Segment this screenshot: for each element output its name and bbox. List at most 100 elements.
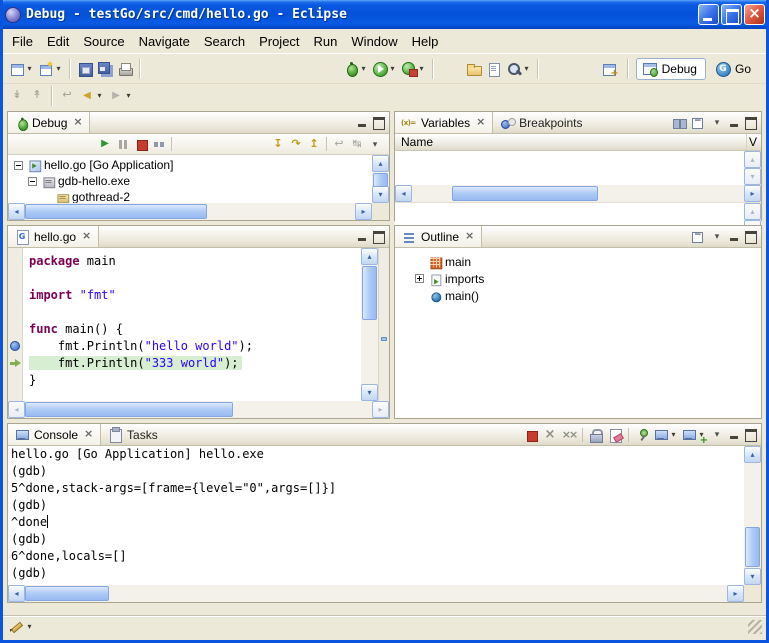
tab-breakpoints[interactable]: Breakpoints <box>493 112 588 133</box>
view-menu-button[interactable] <box>366 135 384 154</box>
maximize-view-button[interactable] <box>743 229 758 244</box>
back-history-button[interactable] <box>77 84 106 108</box>
scrollbar-track[interactable] <box>372 172 389 186</box>
debug-button[interactable] <box>341 57 370 81</box>
variables-tree[interactable] <box>395 151 744 185</box>
scroll-right-button[interactable] <box>372 401 389 418</box>
close-button[interactable] <box>744 4 765 25</box>
dropdown-arrow-icon[interactable] <box>54 64 63 73</box>
scrollbar-thumb[interactable] <box>745 527 760 567</box>
dropdown-arrow-icon[interactable] <box>95 91 104 100</box>
dropdown-arrow-icon[interactable] <box>522 64 531 73</box>
debug-tree[interactable]: hello.go [Go Application]gdb-hello.exego… <box>8 155 372 203</box>
close-tab-icon[interactable] <box>476 117 486 129</box>
code-line[interactable] <box>29 270 361 287</box>
scroll-up-button[interactable] <box>372 155 389 172</box>
open-perspective-button[interactable] <box>600 57 620 81</box>
code-line[interactable]: fmt.Println("hello world"); <box>29 338 361 355</box>
scroll-down-button[interactable] <box>744 568 761 585</box>
perspective-go-button[interactable]: Go <box>709 58 760 80</box>
scrollbar-thumb[interactable] <box>452 186 598 201</box>
menu-source[interactable]: Source <box>76 31 131 52</box>
menu-navigate[interactable]: Navigate <box>132 31 197 52</box>
resume-button[interactable] <box>96 135 114 154</box>
outline-item[interactable]: main <box>395 253 761 270</box>
maximize-button[interactable] <box>721 4 742 25</box>
scroll-right-button[interactable] <box>727 585 744 602</box>
use-step-filters-button[interactable] <box>348 135 366 154</box>
code-line[interactable]: } <box>29 372 361 389</box>
scroll-down-button[interactable] <box>744 168 761 185</box>
scroll-up-button[interactable] <box>744 151 761 168</box>
code-line[interactable]: package main <box>29 253 361 270</box>
menu-help[interactable]: Help <box>405 31 446 52</box>
scroll-left-button[interactable] <box>8 401 25 418</box>
minimize-view-button[interactable] <box>355 229 370 244</box>
tab-variables[interactable]: Variables <box>395 112 493 133</box>
dropdown-arrow-icon[interactable] <box>124 91 133 100</box>
drop-to-frame-button[interactable] <box>330 135 348 154</box>
scroll-left-button[interactable] <box>8 203 25 220</box>
breakpoint-icon[interactable] <box>10 341 20 351</box>
pin-console-button[interactable] <box>633 425 651 444</box>
scrollbar-thumb[interactable] <box>362 266 377 320</box>
close-tab-icon[interactable] <box>465 231 475 243</box>
step-over-button[interactable] <box>287 135 305 154</box>
scrollbar-thumb[interactable] <box>25 204 207 219</box>
editor-overview-ruler[interactable] <box>378 248 389 401</box>
menu-edit[interactable]: Edit <box>40 31 76 52</box>
dropdown-arrow-icon[interactable] <box>388 64 397 73</box>
next-annotation-button[interactable] <box>7 84 27 108</box>
dropdown-arrow-icon[interactable] <box>25 64 34 73</box>
code-line[interactable]: import "fmt" <box>29 287 361 304</box>
terminate-button[interactable] <box>132 135 150 154</box>
minimize-view-button[interactable] <box>727 115 742 130</box>
disconnect-button[interactable] <box>150 135 168 154</box>
menu-file[interactable]: File <box>5 31 40 52</box>
editor-annotation-ruler[interactable] <box>8 248 23 401</box>
dropdown-arrow-icon[interactable] <box>417 64 426 73</box>
scrollbar-track[interactable] <box>25 401 372 418</box>
maximize-view-button[interactable] <box>371 229 386 244</box>
column-value[interactable]: V <box>747 134 761 150</box>
maximize-view-button[interactable] <box>743 115 758 130</box>
horizontal-scrollbar[interactable] <box>8 401 389 418</box>
collapse-all-button[interactable] <box>689 227 707 246</box>
view-menu-button[interactable] <box>708 227 726 246</box>
open-file-button[interactable] <box>484 57 504 81</box>
scrollbar-track[interactable] <box>744 463 761 568</box>
window-resize-grip[interactable] <box>748 620 762 634</box>
tree-expander-icon[interactable] <box>14 161 23 170</box>
overview-annotation-icon[interactable] <box>381 337 387 341</box>
scroll-left-button[interactable] <box>8 585 25 602</box>
variables-column-headers[interactable]: Name V <box>395 134 761 151</box>
scrollbar-track[interactable] <box>25 585 727 602</box>
forward-history-button[interactable] <box>106 84 135 108</box>
scroll-up-button[interactable] <box>361 248 378 265</box>
save-all-button[interactable] <box>95 57 115 81</box>
outline-item[interactable]: imports <box>395 270 761 287</box>
tab-outline[interactable]: Outline <box>395 226 482 247</box>
vertical-scrollbar[interactable] <box>744 446 761 585</box>
debug-tree-item[interactable]: gdb-hello.exe <box>8 173 372 189</box>
scroll-right-button[interactable] <box>744 185 761 202</box>
scrollbar-track[interactable] <box>361 265 378 384</box>
last-edit-location-button[interactable] <box>57 84 77 108</box>
horizontal-scrollbar[interactable] <box>8 585 744 602</box>
scroll-down-button[interactable] <box>372 186 389 203</box>
minimize-view-button[interactable] <box>727 427 742 442</box>
console-output[interactable]: hello.go [Go Application] hello.exe (gdb… <box>8 446 744 585</box>
menu-window[interactable]: Window <box>344 31 404 52</box>
prev-annotation-button[interactable] <box>27 84 47 108</box>
menu-project[interactable]: Project <box>252 31 306 52</box>
suspend-button[interactable] <box>114 135 132 154</box>
close-tab-icon[interactable] <box>84 429 94 441</box>
tree-expander-icon[interactable] <box>28 177 37 186</box>
close-tab-icon[interactable] <box>73 117 83 129</box>
menu-search[interactable]: Search <box>197 31 252 52</box>
perspective-debug-button[interactable]: Debug <box>636 58 706 80</box>
show-columns-button[interactable] <box>670 113 688 132</box>
step-return-button[interactable] <box>305 135 323 154</box>
terminate-button[interactable] <box>522 425 540 444</box>
debug-tree-item[interactable]: hello.go [Go Application] <box>8 157 372 173</box>
